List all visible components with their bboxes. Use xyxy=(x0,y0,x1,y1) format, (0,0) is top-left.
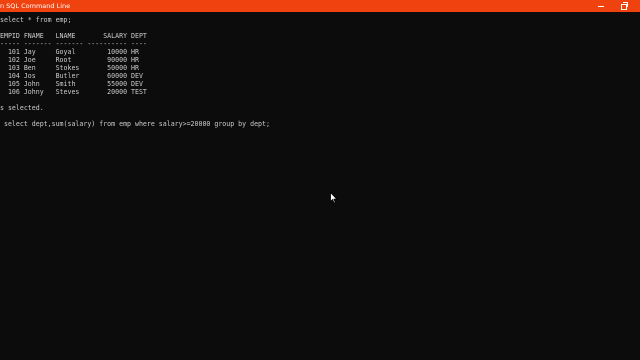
console-line-query-1: select * from emp; xyxy=(0,16,72,24)
result-row: 103 Ben Stokes 50000 HR xyxy=(0,64,139,72)
result-separator: ----- ------- ------- ---------- ---- xyxy=(0,40,147,48)
sql-command-line-window: n SQL Command Line select * from emp; EM… xyxy=(0,0,640,360)
console-line-query-2: select dept,sum(salary) from emp where s… xyxy=(0,120,270,128)
minimize-icon[interactable] xyxy=(592,0,612,12)
result-row: 101 Jay Goyal 10000 HR xyxy=(0,48,139,56)
result-row: 105 John Smith 55000 DEV xyxy=(0,80,143,88)
title-bar[interactable]: n SQL Command Line xyxy=(0,0,640,12)
console-output[interactable]: select * from emp; EMPID FNAME LNAME SAL… xyxy=(0,16,640,128)
result-row: 104 Jos Butler 60000 DEV xyxy=(0,72,143,80)
mouse-pointer-icon xyxy=(330,192,338,204)
restore-icon[interactable] xyxy=(613,0,633,12)
window-title: n SQL Command Line xyxy=(0,2,71,10)
result-row: 102 Joe Root 90000 HR xyxy=(0,56,139,64)
rows-selected-message: s selected. xyxy=(0,104,44,112)
result-row: 106 Johny Steves 20000 TEST xyxy=(0,88,147,96)
result-header: EMPID FNAME LNAME SALARY DEPT xyxy=(0,32,147,40)
